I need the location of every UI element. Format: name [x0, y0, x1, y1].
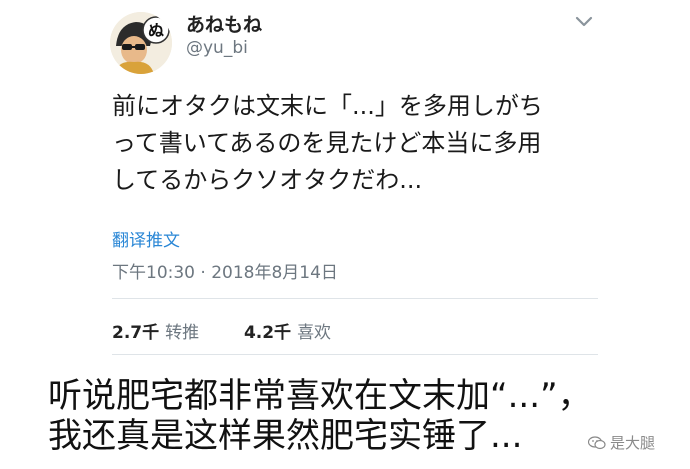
likes-count: 4.2千 [243, 323, 292, 343]
watermark-text: 是大腿 [610, 434, 656, 452]
likes-stat[interactable]: 4.2千 喜欢 [244, 323, 331, 343]
translate-tweet-link[interactable]: 翻译推文 [112, 226, 180, 251]
caption-line: 听说肥宅都非常喜欢在文末加“...”， [48, 376, 592, 416]
wechat-icon [587, 436, 606, 450]
user-handle[interactable]: @yu_bi [186, 38, 248, 58]
avatar[interactable]: ぬ [110, 12, 172, 74]
tweet-line: 前にオタクは文末に「...」を多用しがち [112, 92, 543, 120]
retweets-label: 转推 [165, 323, 200, 343]
tweet-line: って書いてあるのを見たけど本当に多用 [112, 129, 542, 157]
tweet-line: してるからクソオタクだわ... [112, 166, 423, 194]
tweet-text: 前にオタクは文末に「...」を多用しがち って書いてあるのを見たけど本当に多用 … [112, 88, 612, 199]
chevron-down-icon[interactable] [574, 14, 594, 28]
divider [112, 354, 598, 355]
retweets-count: 2.7千 [112, 323, 160, 343]
avatar-illustration: ぬ [110, 12, 172, 74]
caption: 听说肥宅都非常喜欢在文末加“...”， 我还真是这样果然肥宅实锤了... [48, 376, 592, 456]
display-name[interactable]: あねもね [186, 10, 262, 37]
likes-label: 喜欢 [297, 323, 332, 343]
caption-line: 我还真是这样果然肥宅实锤了... [48, 416, 523, 456]
divider [112, 298, 598, 299]
tweet-timestamp[interactable]: 下午10:30 · 2018年8月14日 [112, 258, 338, 283]
engagement-stats: 2.7千 转推 4.2千 喜欢 [112, 318, 331, 343]
retweets-stat[interactable]: 2.7千 转推 [112, 323, 205, 343]
watermark: 是大腿 [587, 432, 656, 453]
avatar-glyph: ぬ [148, 21, 164, 40]
